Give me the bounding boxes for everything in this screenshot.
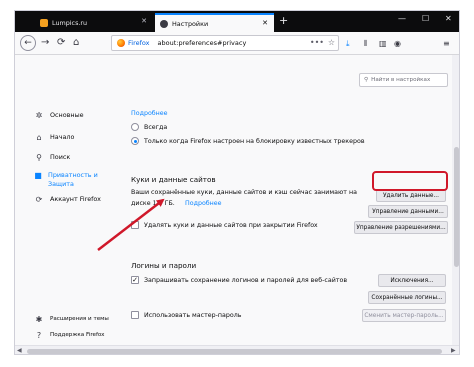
reload-icon[interactable]: ⟳: [57, 37, 65, 49]
sync-icon: ⟳: [35, 195, 43, 204]
sidebar-item-home[interactable]: ⌂ Начало: [33, 133, 74, 142]
sidebar-item-label: Начало: [50, 133, 75, 141]
download-icon[interactable]: ⤓: [346, 39, 350, 49]
tab-lumpics[interactable]: Lumpics.ru ✕: [35, 13, 153, 32]
manage-data-button[interactable]: Управление данными...: [368, 205, 448, 218]
search-placeholder: Найти в настройках: [371, 77, 431, 83]
sidebar-item-privacy[interactable]: ■ Приватность и Защита: [33, 171, 113, 189]
sidebar-item-search[interactable]: ⚲ Поиск: [33, 153, 70, 162]
close-tab-icon[interactable]: ✕: [262, 19, 268, 27]
menu-icon[interactable]: ≡: [443, 39, 450, 48]
cookies-description: Ваши сохранённые куки, данные сайтов и к…: [131, 189, 357, 196]
puzzle-icon: ✱: [35, 315, 43, 324]
sidebar-item-label: Приватность и Защита: [48, 171, 98, 188]
tab-title: Lumpics.ru: [52, 18, 88, 27]
minimize-icon[interactable]: —: [398, 14, 406, 23]
sidebar-item-general[interactable]: ✲ Основные: [33, 111, 84, 120]
sidebar-item-addons[interactable]: ✱ Расширения и темы: [33, 315, 109, 324]
checkbox-label: Удалять куки и данные сайтов при закрыти…: [144, 221, 318, 229]
sidebar-item-label: Основные: [50, 111, 84, 119]
cookies-more-link[interactable]: Подробнее: [185, 200, 222, 207]
home-icon[interactable]: ⌂: [73, 37, 79, 49]
new-tab-icon[interactable]: +: [279, 15, 288, 26]
vertical-scrollbar[interactable]: [452, 55, 459, 345]
gear-icon: ✲: [35, 111, 43, 120]
sidebar-item-account[interactable]: ⟳ Аккаунт Firefox: [33, 195, 101, 204]
library-icon[interactable]: ⫴: [364, 39, 367, 49]
delete-data-highlight-frame: [372, 171, 448, 191]
help-icon: ?: [36, 331, 42, 340]
checkbox[interactable]: [131, 221, 139, 229]
lumpics-favicon-icon: [40, 18, 48, 27]
tab-strip: Lumpics.ru ✕ Настройки ✕ + — ☐ ✕: [15, 11, 459, 32]
categories-sidebar: ✲ Основные ⌂ Начало ⚲ Поиск ■ Приватност…: [15, 55, 115, 345]
manage-permissions-button[interactable]: Управление разрешениями...: [354, 221, 448, 234]
search-icon: ⚲: [364, 77, 369, 83]
tab-settings[interactable]: Настройки ✕: [155, 13, 274, 32]
exceptions-button[interactable]: Исключения...: [378, 274, 446, 287]
radio-always[interactable]: Всегда: [131, 123, 167, 131]
change-master-password-button: Сменить мастер-пароль...: [362, 309, 446, 322]
master-password-option[interactable]: Использовать мастер-пароль: [131, 311, 241, 319]
search-icon: ⚲: [36, 153, 42, 162]
scroll-right-icon[interactable]: ▶: [451, 347, 456, 354]
scrollbar-thumb[interactable]: [454, 147, 459, 267]
url-bar[interactable]: Firefox about:preferences#privacy ••• ☆: [111, 35, 339, 51]
logins-heading: Логины и пароли: [131, 261, 197, 270]
radio-button[interactable]: [131, 123, 139, 131]
lock-icon: ■: [34, 171, 42, 180]
horizontal-scrollbar[interactable]: ◀ ▶: [15, 345, 459, 354]
account-icon[interactable]: ◉: [394, 39, 401, 48]
sidebar-item-support[interactable]: ? Поддержка Firefox: [33, 331, 105, 340]
url-text: about:preferences#privacy: [157, 39, 247, 47]
page-actions-icon[interactable]: •••: [310, 38, 324, 47]
checkbox-label: Запрашивать сохранение логинов и паролей…: [144, 276, 348, 284]
preferences-page: ✲ Основные ⌂ Начало ⚲ Поиск ■ Приватност…: [15, 55, 459, 345]
saved-logins-button[interactable]: Сохранённые логины...: [368, 291, 446, 304]
bookmark-star-icon[interactable]: ☆: [328, 38, 335, 47]
checkbox[interactable]: [131, 311, 139, 319]
close-window-icon[interactable]: ✕: [445, 14, 452, 23]
cookies-size: диске 1,0 ГБ.: [131, 200, 175, 207]
firefox-identity-badge[interactable]: Firefox: [117, 39, 150, 47]
firefox-logo-icon: [117, 39, 125, 47]
sidebar-item-label: Поддержка Firefox: [50, 332, 105, 338]
privacy-settings: ⚲ Найти в настройках Подробнее Всегда То…: [115, 55, 459, 345]
checkbox-checked[interactable]: ✓: [131, 276, 139, 284]
badge-label: Firefox: [128, 39, 150, 47]
scroll-left-icon[interactable]: ◀: [17, 347, 22, 354]
sidebar-item-label: Аккаунт Firefox: [50, 195, 101, 203]
sidebar-icon[interactable]: ▥: [379, 39, 387, 48]
delete-on-close-option[interactable]: Удалять куки и данные сайтов при закрыти…: [131, 221, 318, 229]
sidebar-item-label: Поиск: [50, 153, 71, 161]
radio-label: Только когда Firefox настроен на блокиро…: [144, 137, 365, 145]
cookies-heading: Куки и данные сайтов: [131, 175, 216, 184]
radio-button[interactable]: [131, 137, 139, 145]
sidebar-item-label: Расширения и темы: [50, 316, 109, 322]
radio-only-when-blocking[interactable]: Только когда Firefox настроен на блокиро…: [131, 137, 365, 145]
home-icon: ⌂: [36, 133, 42, 142]
search-input[interactable]: ⚲ Найти в настройках: [359, 73, 448, 87]
arrow-right-icon[interactable]: →: [41, 37, 49, 49]
radio-label: Всегда: [144, 123, 168, 131]
ask-save-logins-option[interactable]: ✓ Запрашивать сохранение логинов и парол…: [131, 276, 347, 284]
nav-bar: ← → ⟳ ⌂ Firefox about:preferences#privac…: [15, 32, 459, 55]
close-tab-icon[interactable]: ✕: [141, 17, 147, 25]
checkbox-label: Использовать мастер-пароль: [144, 311, 242, 319]
tab-title: Настройки: [172, 19, 209, 28]
tracking-more-link[interactable]: Подробнее: [131, 110, 168, 117]
scrollbar-thumb[interactable]: [27, 349, 442, 354]
arrow-left-icon[interactable]: ←: [20, 35, 36, 51]
gear-favicon-icon: [160, 19, 168, 28]
maximize-icon[interactable]: ☐: [422, 14, 429, 23]
